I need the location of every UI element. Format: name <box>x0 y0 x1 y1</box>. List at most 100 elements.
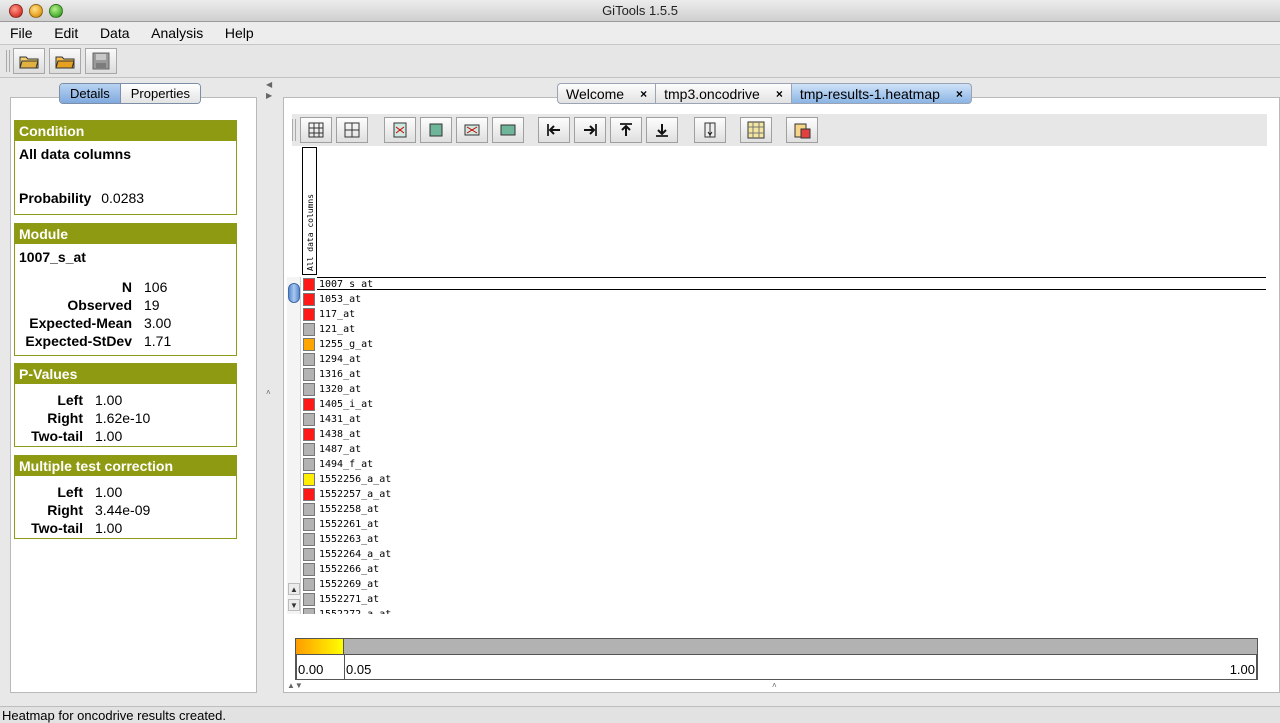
close-tab-icon[interactable]: × <box>956 84 963 104</box>
menu-edit[interactable]: Edit <box>44 22 86 45</box>
heatmap-cell[interactable] <box>303 578 315 591</box>
show-grid-button[interactable] <box>300 117 332 143</box>
splitter-down-icon[interactable]: ▲▼ <box>287 681 303 690</box>
menu-file[interactable]: File <box>0 22 41 45</box>
heatmap-cell[interactable] <box>303 428 315 441</box>
select-cells-button[interactable] <box>740 117 772 143</box>
arrow-right-icon <box>584 124 597 136</box>
tab-properties[interactable]: Properties <box>120 84 200 103</box>
menu-help[interactable]: Help <box>215 22 262 45</box>
menu-data[interactable]: Data <box>90 22 138 45</box>
heatmap-cell[interactable] <box>303 533 315 546</box>
heatmap-row[interactable]: 1552272_a_at <box>302 607 1267 614</box>
heatmap-cell[interactable] <box>303 608 315 614</box>
sort-rows-button[interactable] <box>456 117 488 143</box>
tab-details[interactable]: Details <box>60 84 121 103</box>
pvalue-label: Left <box>57 392 83 408</box>
heatmap-cell[interactable] <box>303 443 315 456</box>
heatmap-row[interactable]: 1487_at <box>302 442 1267 457</box>
close-window-button[interactable] <box>9 4 23 18</box>
heatmap-row[interactable]: 1431_at <box>302 412 1267 427</box>
heatmap-row[interactable]: 1053_at <box>302 292 1267 307</box>
filter-columns-button[interactable] <box>420 117 452 143</box>
heatmap-cell[interactable] <box>303 383 315 396</box>
heatmap-vertical-scrollbar[interactable]: ▲ ▼ <box>287 277 301 614</box>
splitter-collapse-left-icon[interactable]: ◀ <box>266 80 272 89</box>
menu-analysis[interactable]: Analysis <box>141 22 211 45</box>
tab-welcome[interactable]: Welcome × <box>557 83 656 104</box>
heatmap-row[interactable]: 117_at <box>302 307 1267 322</box>
minimize-window-button[interactable] <box>29 4 43 18</box>
heatmap-cell[interactable] <box>303 488 315 501</box>
hide-grid-button[interactable] <box>336 117 368 143</box>
heatmap-row[interactable]: 1552256_a_at <box>302 472 1267 487</box>
heatmap-toolbar <box>292 114 1267 146</box>
heatmap-row[interactable]: 1552264_a_at <box>302 547 1267 562</box>
heatmap-row[interactable]: 1316_at <box>302 367 1267 382</box>
probability-value: 0.0283 <box>101 190 145 206</box>
heatmap-cell[interactable] <box>303 503 315 516</box>
move-left-button[interactable] <box>538 117 570 143</box>
move-up-button[interactable] <box>610 117 642 143</box>
heatmap-row[interactable]: 1320_at <box>302 382 1267 397</box>
heatmap-row[interactable]: 1552263_at <box>302 532 1267 547</box>
move-right-button[interactable] <box>574 117 606 143</box>
heatmap-row[interactable]: 1552257_a_at <box>302 487 1267 502</box>
heatmap-row[interactable]: 1438_at <box>302 427 1267 442</box>
heatmap-cell[interactable] <box>303 368 315 381</box>
heatmap-row[interactable]: 1552269_at <box>302 577 1267 592</box>
export-button[interactable] <box>786 117 818 143</box>
heatmap-row[interactable]: 1552266_at <box>302 562 1267 577</box>
heatmap-cell[interactable] <box>303 338 315 351</box>
toolbar-grip[interactable] <box>6 50 10 72</box>
row-label: 1431_at <box>319 414 362 425</box>
scroll-up-arrow-icon[interactable]: ▲ <box>288 583 300 595</box>
open-project-button[interactable] <box>49 48 81 74</box>
heatmap-cell[interactable] <box>303 473 315 486</box>
heatmap-cell[interactable] <box>303 413 315 426</box>
heatmap-row[interactable]: 1552258_at <box>302 502 1267 517</box>
heatmap-row[interactable]: 1255_g_at <box>302 337 1267 352</box>
heatmap-cell[interactable] <box>303 308 315 321</box>
multiple-test-correction-section: Multiple test correction Left 1.00 Right 3… <box>14 455 237 539</box>
splitter-expand-right-icon[interactable]: ▶ <box>266 91 272 100</box>
mtc-header: Multiple test correction <box>15 456 236 476</box>
hide-columns-button[interactable] <box>694 117 726 143</box>
heatmap-cell[interactable] <box>303 593 315 606</box>
heatmap-body[interactable]: 1007_s_at 1053_at 117_at 121_at 1255_g_at 129… <box>302 277 1267 614</box>
heatmap-cell[interactable] <box>303 353 315 366</box>
heatmap-row[interactable]: 1494_f_at <box>302 457 1267 472</box>
heatmap-cell[interactable] <box>303 323 315 336</box>
row-label: 1552257_a_at <box>319 489 392 500</box>
heatmap-row[interactable]: 1405_i_at <box>302 397 1267 412</box>
heatmap-cell[interactable] <box>303 563 315 576</box>
close-tab-icon[interactable]: × <box>640 84 647 104</box>
heatmap-toolbar-grip[interactable] <box>292 119 296 141</box>
scroll-down-arrow-icon[interactable]: ▼ <box>288 599 300 611</box>
heatmap-cell[interactable] <box>303 518 315 531</box>
heatmap-cell[interactable] <box>303 548 315 561</box>
zoom-window-button[interactable] <box>49 4 63 18</box>
heatmap-cell[interactable] <box>303 458 315 471</box>
heatmap-cell[interactable] <box>303 293 315 306</box>
move-down-button[interactable] <box>646 117 678 143</box>
heatmap-row[interactable]: 1552261_at <box>302 517 1267 532</box>
row-label: 1494_f_at <box>319 459 374 470</box>
close-tab-icon[interactable]: × <box>776 84 783 104</box>
heatmap-cell[interactable] <box>303 398 315 411</box>
sort-columns-button[interactable] <box>384 117 416 143</box>
heatmap-cell[interactable] <box>303 278 315 291</box>
tab-heatmap[interactable]: tmp-results-1.heatmap × <box>790 83 972 104</box>
tab-oncodrive[interactable]: tmp3.oncodrive × <box>655 83 791 104</box>
heatmap-row[interactable]: 1294_at <box>302 352 1267 367</box>
splitter-handle-bottom-icon[interactable]: ˄ <box>772 681 777 690</box>
heatmap-row[interactable]: 121_at <box>302 322 1267 337</box>
heatmap-row[interactable]: 1552271_at <box>302 592 1267 607</box>
filter-rows-button[interactable] <box>492 117 524 143</box>
scrollbar-thumb[interactable] <box>288 283 300 303</box>
open-folder-button[interactable] <box>13 48 45 74</box>
column-header[interactable]: All data columns <box>302 147 317 275</box>
filter-columns-icon <box>429 123 443 137</box>
splitter-handle-icon[interactable]: ˄ <box>266 388 271 397</box>
save-button[interactable] <box>85 48 117 74</box>
